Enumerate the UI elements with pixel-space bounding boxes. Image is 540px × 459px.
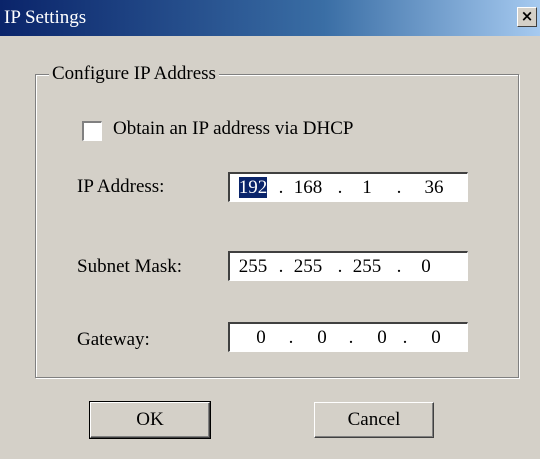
subnet-mask-field[interactable]: 255 . 255 . 255 . 0: [228, 251, 468, 281]
ip-dot-3: .: [396, 177, 402, 198]
gateway-dot-2: .: [348, 327, 354, 348]
subnet-dot-1: .: [278, 256, 284, 277]
subnet-mask-label: Subnet Mask:: [77, 256, 183, 277]
gateway-field[interactable]: 0 . 0 . 0 . 0: [228, 322, 468, 352]
ok-button[interactable]: OK: [89, 401, 211, 439]
ip-octet-1[interactable]: 192: [238, 177, 268, 198]
ip-octet-2[interactable]: 168: [289, 177, 327, 199]
ip-address-field[interactable]: 192 . 168 . 1 . 36: [228, 172, 468, 202]
gateway-octet-1[interactable]: 0: [242, 327, 280, 349]
subnet-dot-2: .: [337, 256, 343, 277]
dhcp-checkbox-label[interactable]: Obtain an IP address via DHCP: [113, 118, 353, 140]
ip-octet-3[interactable]: 1: [348, 177, 386, 199]
dhcp-checkbox[interactable]: [82, 121, 102, 141]
gateway-label: Gateway:: [77, 329, 150, 350]
gateway-octet-2[interactable]: 0: [303, 327, 341, 349]
ip-dot-1: .: [278, 177, 284, 198]
ip-dot-2: .: [337, 177, 343, 198]
cancel-button[interactable]: Cancel: [314, 402, 434, 438]
title-bar[interactable]: IP Settings ×: [0, 0, 540, 36]
subnet-octet-1[interactable]: 255: [234, 256, 272, 278]
gateway-dot-1: .: [288, 327, 294, 348]
ip-settings-dialog: IP Settings × Configure IP Address Obtai…: [0, 0, 540, 459]
ip-address-label: IP Address:: [77, 176, 165, 197]
subnet-octet-3[interactable]: 255: [348, 256, 386, 278]
close-button[interactable]: ×: [517, 7, 537, 27]
subnet-dot-3: .: [396, 256, 402, 277]
subnet-octet-2[interactable]: 255: [289, 256, 327, 278]
subnet-octet-4[interactable]: 0: [407, 256, 445, 278]
gateway-octet-3[interactable]: 0: [363, 327, 401, 349]
gateway-octet-4[interactable]: 0: [417, 327, 455, 349]
close-icon: ×: [520, 7, 534, 25]
window-title: IP Settings: [4, 7, 87, 28]
gateway-dot-3: .: [402, 327, 408, 348]
groupbox-label: Configure IP Address: [49, 63, 219, 85]
ip-octet-4[interactable]: 36: [415, 177, 453, 199]
